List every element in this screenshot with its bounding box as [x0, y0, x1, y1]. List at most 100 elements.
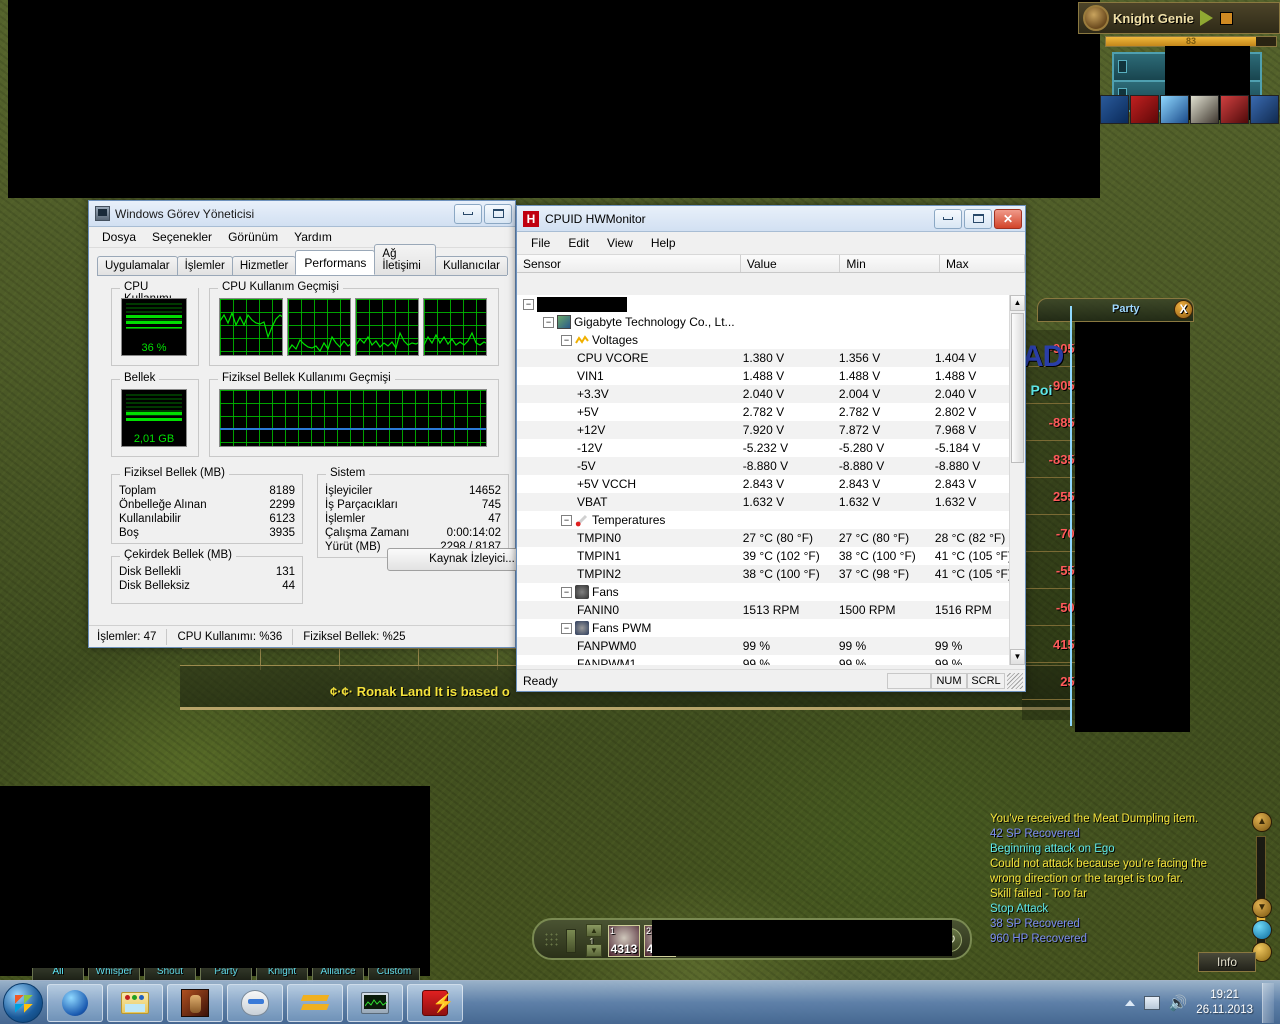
column-header-value[interactable]: Value [741, 255, 841, 272]
tab-uygulamalar[interactable]: Uygulamalar [97, 256, 178, 275]
column-header-min[interactable]: Min [840, 255, 940, 272]
row-label: Disk Belleksiz [119, 580, 190, 592]
hwmonitor-maximize-button[interactable] [964, 208, 992, 229]
sensor-row: +3.3V 2.040 V 2.004 V 2.040 V [517, 385, 1025, 403]
tree-node-fans[interactable]: − Fans [517, 583, 1025, 601]
menu-dosya[interactable]: Dosya [94, 228, 144, 246]
hwmonitor-column-headers[interactable]: Sensor Value Min Max [517, 254, 1026, 273]
skill-icon-eyes[interactable] [1250, 95, 1279, 124]
skill-icon-light[interactable] [1160, 95, 1189, 124]
game-icon [181, 988, 209, 1017]
tray-show-hidden-icon[interactable] [1124, 999, 1135, 1006]
action-bar-grip-icon[interactable] [544, 932, 560, 948]
info-button[interactable]: Info [1198, 952, 1256, 972]
party-close-icon[interactable]: X [1174, 300, 1193, 319]
genie-stop-icon[interactable] [1219, 11, 1233, 25]
sensor-row: +5V VCCH 2.843 V 2.843 V 2.843 V [517, 475, 1025, 493]
volume-icon[interactable]: 🔊 [1169, 994, 1188, 1012]
skill-icon-body[interactable] [1130, 95, 1159, 124]
action-bar-collapse-icon[interactable] [566, 929, 576, 953]
action-slot-1[interactable]: 1 4313 [608, 925, 640, 957]
tree-node-board[interactable]: − Gigabyte Technology Co., Lt... [517, 313, 1025, 331]
task-manager-window[interactable]: Windows Görev Yöneticisi Dosya Seçenekle… [88, 200, 557, 648]
tab-islemler[interactable]: İşlemler [176, 256, 233, 275]
tab-kullanicilar[interactable]: Kullanıcılar [435, 256, 508, 275]
hwmonitor-scrollbar[interactable]: ▲ ▼ [1009, 295, 1025, 665]
skill-icon-bar[interactable] [1100, 95, 1279, 124]
taskbar-teamspeak[interactable] [227, 983, 283, 1022]
action-bar-page-down[interactable]: ▼ [586, 944, 602, 957]
taskbar-knight-online-game[interactable] [167, 983, 223, 1022]
task-manager-maximize-button[interactable] [484, 203, 512, 224]
scroll-down-icon[interactable]: ▼ [1010, 649, 1025, 665]
column-header-sensor[interactable]: Sensor [517, 255, 741, 272]
hwmonitor-menubar[interactable]: File Edit View Help [517, 232, 1025, 254]
hwmonitor-titlebar[interactable]: H CPUID HWMonitor ✕ [517, 206, 1025, 232]
row-label: Kullanılabilir [119, 513, 182, 525]
tree-node-voltages[interactable]: − Voltages [517, 331, 1025, 349]
skill-icon-tiger[interactable] [1190, 95, 1219, 124]
taskbar-internet-explorer[interactable] [47, 983, 103, 1022]
task-manager-menubar[interactable]: Dosya Seçenekler Görünüm Yardım [89, 227, 515, 248]
taskbar-hwmonitor[interactable] [347, 983, 403, 1022]
resize-grip-icon[interactable] [1007, 672, 1023, 689]
task-manager-tabs[interactable]: Uygulamalar İşlemler Hizmetler Performan… [97, 244, 508, 276]
task-manager-minimize-button[interactable] [454, 203, 482, 224]
action-bar-page-up[interactable]: ▲ [586, 924, 602, 937]
tab-ag-iletisimi[interactable]: Ağ İletişimi [374, 244, 437, 275]
chat-scroll-down-icon[interactable]: ▼ [1252, 898, 1272, 918]
task-manager-titlebar[interactable]: Windows Görev Yöneticisi [89, 201, 515, 227]
physical-memory-table: Toplam 8189 Önbelleğe Alınan 2299 Kullanıl… [119, 484, 295, 540]
taskbar-speed-utility[interactable]: ⚡ [407, 983, 463, 1022]
tree-node-root[interactable]: − [517, 295, 1025, 313]
start-orb-icon[interactable] [3, 982, 43, 1023]
hwmonitor-close-button[interactable]: ✕ [994, 208, 1022, 229]
menu-yardim[interactable]: Yardım [286, 228, 340, 246]
cpu-usage-meter: 36 % [121, 298, 187, 356]
menu-secenekler[interactable]: Seçenekler [144, 228, 220, 246]
hwmonitor-sensor-tree[interactable]: − − Gigabyte Technology Co., Lt... − Vol… [517, 295, 1025, 665]
hwmonitor-minimize-button[interactable] [934, 208, 962, 229]
chat-scroll-home-icon[interactable] [1252, 920, 1272, 940]
tree-node-temperatures[interactable]: − Temperatures [517, 511, 1025, 529]
column-header-max[interactable]: Max [940, 255, 1026, 272]
party-window-title: Party [1112, 303, 1140, 315]
menu-help[interactable]: Help [642, 234, 685, 252]
menu-gorunum[interactable]: Görünüm [220, 228, 286, 246]
tree-node-fans-pwm[interactable]: − Fans PWM [517, 619, 1025, 637]
tab-hizmetler[interactable]: Hizmetler [231, 256, 297, 275]
hwmonitor-statusbar: Ready NUM SCRL [517, 669, 1025, 691]
sensor-min: 1500 RPM [838, 603, 896, 617]
tree-expand-icon[interactable]: − [561, 334, 572, 346]
system-tray[interactable]: 🔊 19:21 26.11.2013 [1124, 982, 1280, 1023]
scroll-up-icon[interactable]: ▲ [1010, 295, 1025, 311]
menu-view[interactable]: View [598, 234, 642, 252]
skill-icon-water[interactable] [1100, 95, 1129, 124]
menu-edit[interactable]: Edit [559, 234, 598, 252]
taskbar-windows-explorer[interactable] [107, 983, 163, 1022]
windows-taskbar[interactable]: ⚡ 🔊 19:21 26.11.2013 [0, 980, 1280, 1024]
sensor-min: 1.356 V [838, 351, 881, 365]
sensor-min: 1.632 V [838, 495, 881, 509]
sensor-min: -8.880 V [838, 459, 885, 473]
chat-scroll-up-icon[interactable]: ▲ [1252, 812, 1272, 832]
tree-expand-icon[interactable]: − [543, 316, 554, 328]
tree-expand-icon[interactable]: − [561, 514, 572, 526]
scroll-thumb[interactable] [1011, 313, 1024, 463]
skill-icon-blood[interactable] [1220, 95, 1249, 124]
hwmonitor-window[interactable]: H CPUID HWMonitor ✕ File Edit View Help … [516, 205, 1026, 692]
chat-line: Beginning attack on Ego [990, 843, 1115, 855]
sensor-value: 39 °C (102 °F) [742, 549, 820, 563]
tree-expand-icon[interactable]: − [561, 622, 572, 634]
menu-file[interactable]: File [522, 234, 559, 252]
taskbar-clock[interactable]: 19:21 26.11.2013 [1196, 988, 1253, 1018]
network-icon[interactable] [1143, 995, 1160, 1010]
genie-hud[interactable]: Knight Genie [1078, 2, 1280, 34]
genie-play-icon[interactable] [1199, 10, 1213, 26]
tab-performans[interactable]: Performans [295, 250, 376, 275]
status-processes: İşlemler: 47 [89, 628, 168, 645]
taskbar-winamp[interactable] [287, 983, 343, 1022]
tree-expand-icon[interactable]: − [523, 298, 534, 310]
tree-expand-icon[interactable]: − [561, 586, 572, 598]
show-desktop-button[interactable] [1262, 982, 1274, 1023]
